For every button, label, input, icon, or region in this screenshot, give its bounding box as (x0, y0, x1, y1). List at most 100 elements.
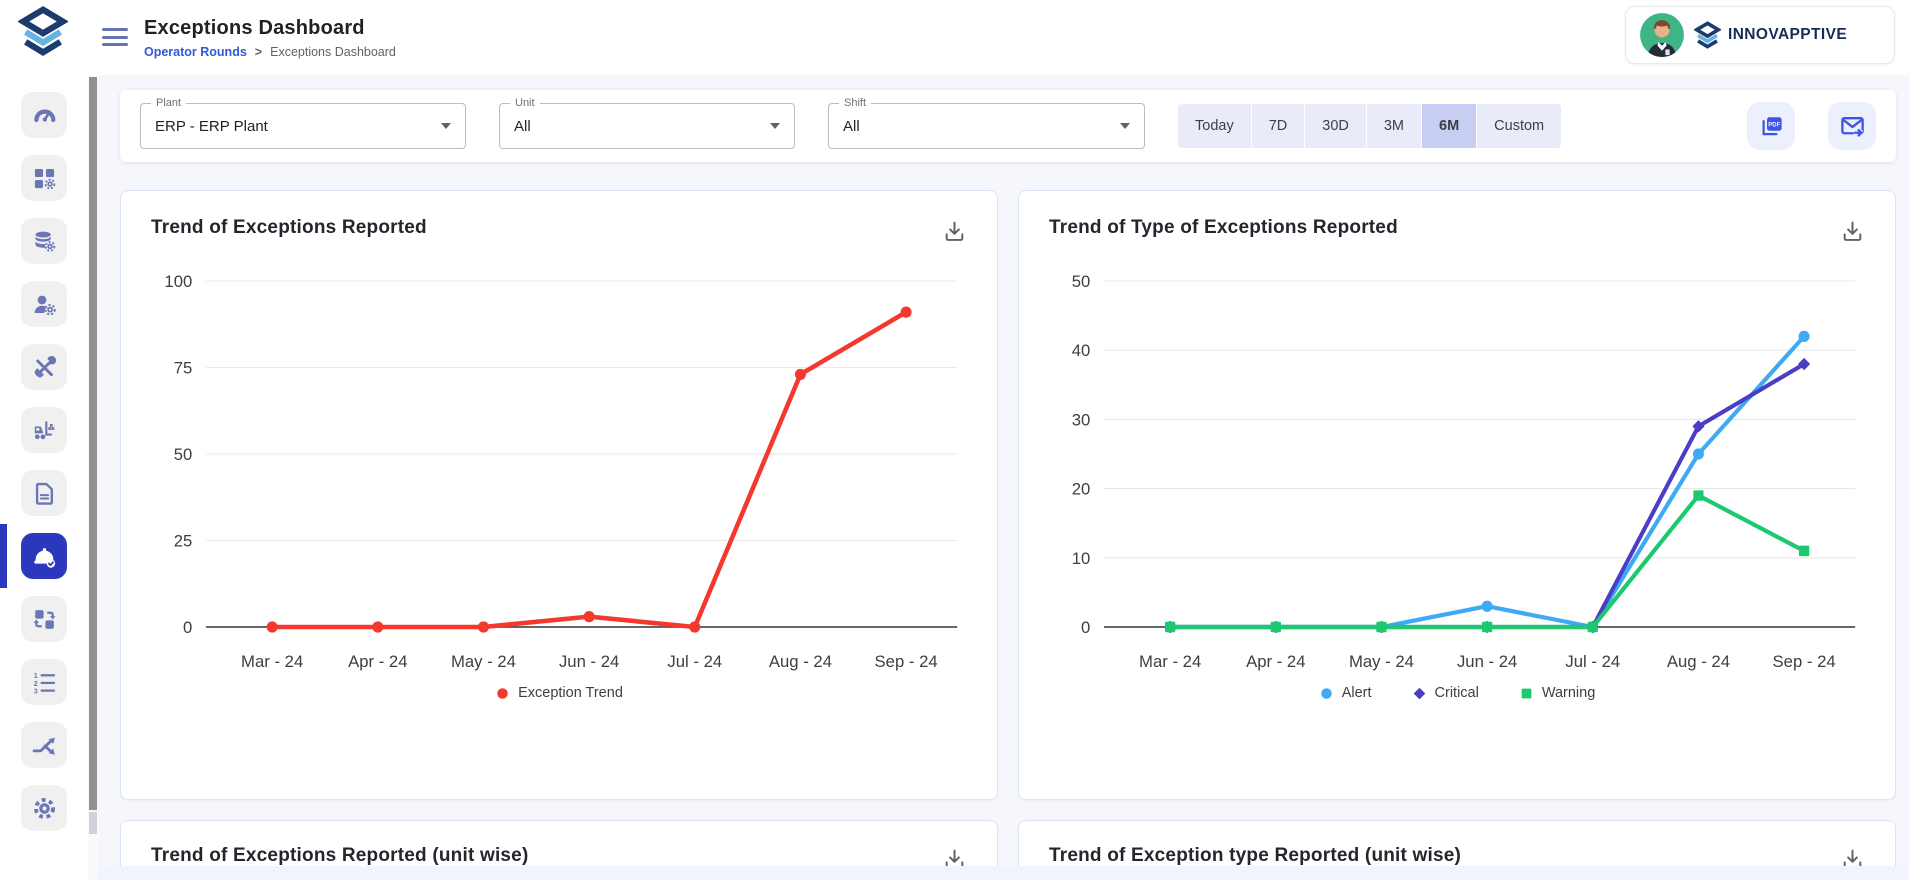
svg-text:Mar - 24: Mar - 24 (1139, 652, 1201, 671)
svg-text:Sep - 24: Sep - 24 (1773, 652, 1836, 671)
charts-row: Trend of Exceptions Reported 0255075100M… (120, 190, 1896, 800)
sidebar-item-logistics[interactable] (21, 407, 67, 453)
modules-grid-gear-icon (31, 165, 58, 192)
chart-title: Trend of Type of Exceptions Reported (1049, 217, 1398, 239)
plant-select[interactable]: Plant ERP - ERP Plant (140, 103, 466, 149)
sidebar-item-workflow-routing[interactable] (21, 722, 67, 768)
svg-text:10: 10 (1072, 549, 1091, 568)
legend-item-critical: Critical (1412, 685, 1479, 701)
email-report-button[interactable] (1828, 102, 1876, 150)
svg-text:May - 24: May - 24 (451, 652, 516, 671)
svg-text:40: 40 (1072, 341, 1091, 360)
content: Plant ERP - ERP Plant Unit All Shift All… (98, 75, 1909, 880)
svg-text:50: 50 (174, 445, 193, 464)
title-block: Exceptions Dashboard Operator Rounds > E… (144, 17, 396, 59)
download-chart-button[interactable] (1840, 219, 1865, 249)
pdf-export-button[interactable]: PDF (1747, 102, 1795, 150)
sidebar-item-operator-rounds[interactable] (21, 533, 67, 579)
unit-select-label: Unit (510, 97, 540, 109)
svg-text:Aug - 24: Aug - 24 (1667, 652, 1730, 671)
svg-text:Aug - 24: Aug - 24 (769, 652, 832, 671)
hard-hat-check-icon (31, 543, 58, 570)
svg-text:Mar - 24: Mar - 24 (241, 652, 303, 671)
svg-text:0: 0 (1081, 618, 1090, 637)
plant-select-label: Plant (151, 97, 186, 109)
pdf-export-icon: PDF (1758, 113, 1785, 140)
svg-text:100: 100 (164, 272, 192, 291)
download-icon (942, 219, 967, 244)
unit-select[interactable]: Unit All (499, 103, 795, 149)
svg-text:Jul - 24: Jul - 24 (1565, 652, 1620, 671)
chart-card-exception-trend: Trend of Exceptions Reported 0255075100M… (120, 190, 998, 800)
legend-marker-icon (495, 686, 510, 701)
report-actions: PDF (1747, 102, 1876, 150)
svg-text:50: 50 (1072, 272, 1091, 291)
breadcrumb-link-operator-rounds[interactable]: Operator Rounds (144, 45, 247, 59)
profile-card[interactable]: INNOVAPPTIVE (1625, 6, 1895, 64)
app-logo (16, 5, 70, 59)
svg-text:Jun - 24: Jun - 24 (559, 652, 619, 671)
range-button-7d[interactable]: 7D (1252, 104, 1306, 148)
range-button-30d[interactable]: 30D (1305, 104, 1367, 148)
sidebar-item-user-management[interactable] (21, 281, 67, 327)
sync-boxes-icon (31, 606, 58, 633)
gauge-icon (31, 102, 58, 129)
header: Exceptions Dashboard Operator Rounds > E… (98, 0, 1909, 75)
line-chart-exception-trend: 0255075100Mar - 24Apr - 24May - 24Jun - … (151, 259, 967, 683)
breadcrumb: Operator Rounds > Exceptions Dashboard (144, 45, 396, 59)
page-title: Exceptions Dashboard (144, 17, 396, 40)
download-icon (1840, 219, 1865, 244)
svg-text:Apr - 24: Apr - 24 (348, 652, 407, 671)
chart-title: Trend of Exceptions Reported (unit wise) (151, 845, 528, 867)
user-avatar (1640, 13, 1684, 57)
svg-text:20: 20 (1072, 479, 1091, 498)
shift-select-label: Shift (839, 97, 871, 109)
svg-text:Jul - 24: Jul - 24 (667, 652, 722, 671)
sidebar-item-forms[interactable] (21, 470, 67, 516)
sidebar: 123 (0, 0, 88, 880)
chart-legend: Exception Trend (151, 685, 967, 701)
legend-item-alert: Alert (1319, 685, 1372, 701)
legend-marker-icon (1412, 686, 1427, 701)
legend-item-warning: Warning (1519, 685, 1595, 701)
dropdown-arrow-icon (441, 123, 451, 129)
breadcrumb-separator: > (255, 45, 262, 59)
sidebar-item-master-data[interactable] (21, 218, 67, 264)
innovapptive-logo-icon (1694, 21, 1721, 50)
range-button-3m[interactable]: 3M (1367, 104, 1422, 148)
sidebar-item-integrations[interactable] (21, 596, 67, 642)
tools-icon (31, 354, 58, 381)
download-chart-button[interactable] (942, 219, 967, 249)
shift-select[interactable]: Shift All (828, 103, 1145, 149)
dropdown-arrow-icon (770, 123, 780, 129)
vertical-scrollbar[interactable] (88, 75, 98, 880)
shift-select-value: All (843, 118, 860, 135)
sidebar-item-modules[interactable] (21, 155, 67, 201)
date-range-segmented-control: Today7D30D3M6MCustom (1178, 104, 1561, 148)
brand: INNOVAPPTIVE (1694, 21, 1847, 50)
svg-text:0: 0 (183, 618, 192, 637)
sidebar-item-dashboard[interactable] (21, 92, 67, 138)
sidebar-item-settings[interactable] (21, 785, 67, 831)
range-button-today[interactable]: Today (1178, 104, 1252, 148)
line-chart-exception-types: 01020304050Mar - 24Apr - 24May - 24Jun -… (1049, 259, 1865, 683)
brand-name: INNOVAPPTIVE (1728, 26, 1847, 44)
chart-legend: Alert Critical Warning (1049, 685, 1865, 701)
sidebar-nav: 123 (0, 92, 88, 831)
range-button-custom[interactable]: Custom (1477, 104, 1561, 148)
sidebar-item-task-list[interactable]: 123 (21, 659, 67, 705)
legend-marker-icon (1519, 686, 1534, 701)
forklift-icon (31, 417, 58, 444)
range-button-6m[interactable]: 6M (1422, 104, 1477, 148)
menu-icon[interactable] (102, 28, 128, 51)
scrollbar-thumb[interactable] (89, 77, 97, 810)
unit-select-value: All (514, 118, 531, 135)
chart-title: Trend of Exceptions Reported (151, 217, 427, 239)
svg-text:Sep - 24: Sep - 24 (875, 652, 938, 671)
horizontal-scrollbar-track[interactable] (98, 866, 1909, 880)
svg-text:30: 30 (1072, 410, 1091, 429)
sidebar-item-maintenance-tools[interactable] (21, 344, 67, 390)
chart-card-exception-types: Trend of Type of Exceptions Reported 0 10… (1018, 190, 1896, 800)
svg-text:May - 24: May - 24 (1349, 652, 1414, 671)
dropdown-arrow-icon (1120, 123, 1130, 129)
